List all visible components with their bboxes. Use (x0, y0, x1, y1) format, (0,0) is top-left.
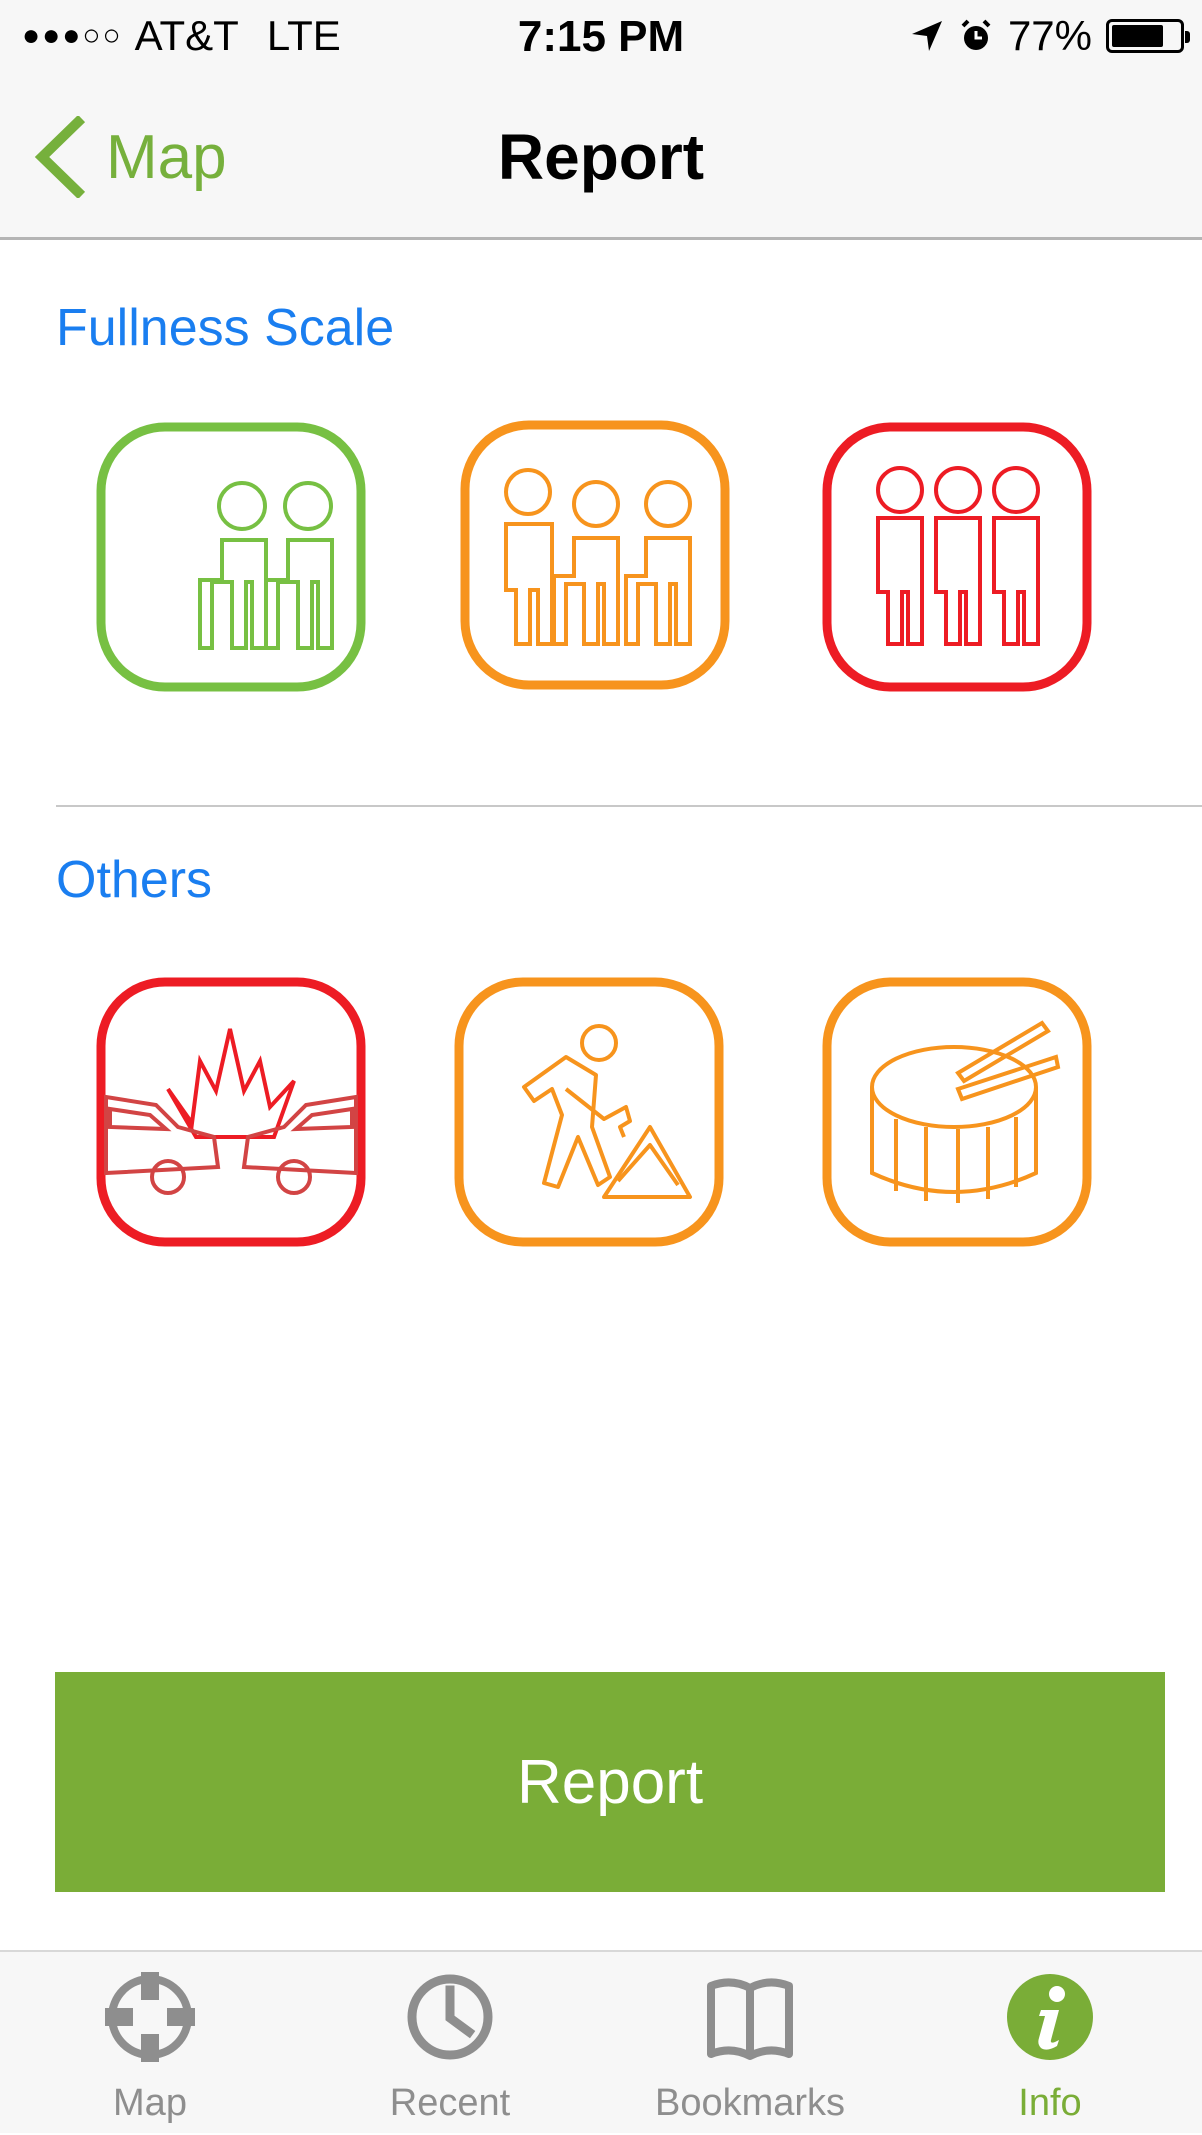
fullness-medium-button[interactable] (460, 420, 730, 690)
clock-icon (407, 1974, 493, 2060)
two-passengers-icon (96, 422, 366, 692)
three-passengers-standing-icon (822, 422, 1092, 692)
tab-info[interactable]: Info (900, 1952, 1200, 2135)
report-submit-button[interactable]: Report (55, 1672, 1165, 1892)
tab-recent[interactable]: Recent (300, 1952, 600, 2135)
battery-icon (1106, 19, 1190, 53)
battery-fill (1112, 25, 1163, 47)
fullness-low-button[interactable] (96, 422, 366, 692)
alarm-clock-icon (961, 19, 991, 50)
drum-parade-icon (822, 977, 1092, 1247)
status-bar: ●●●○○ AT&T LTE 7:15 PM 77% (0, 0, 1202, 76)
page-title: Report (497, 121, 705, 193)
tab-recent-label: Recent (389, 2082, 511, 2124)
battery-percent: 77% (1007, 12, 1092, 59)
road-work-icon (454, 977, 724, 1247)
info-icon (1007, 1974, 1093, 2060)
car-crash-icon (96, 977, 366, 1247)
book-icon (707, 1978, 793, 2060)
location-arrow-icon (911, 21, 942, 51)
accident-report-button[interactable] (96, 977, 366, 1247)
fullness-scale-heading: Fullness Scale (56, 299, 395, 357)
fullness-high-button[interactable] (822, 422, 1092, 692)
parade-report-button[interactable] (822, 977, 1092, 1247)
three-passengers-seated-icon (460, 420, 730, 690)
status-right: 77% (910, 12, 1190, 60)
construction-report-button[interactable] (454, 977, 724, 1247)
tab-bookmarks-label: Bookmarks (654, 2082, 846, 2124)
navigation-bar: Map Report (0, 76, 1202, 240)
others-heading: Others (56, 851, 213, 909)
tab-map-label: Map (113, 2082, 187, 2124)
section-divider (56, 805, 1202, 807)
tab-info-label: Info (1018, 2082, 1082, 2124)
tab-map[interactable]: Map (0, 1952, 300, 2135)
tab-bar: Map Recent Bookmarks Info (0, 1950, 1202, 2133)
crosshair-icon (105, 1972, 195, 2062)
tab-bookmarks[interactable]: Bookmarks (600, 1952, 900, 2135)
